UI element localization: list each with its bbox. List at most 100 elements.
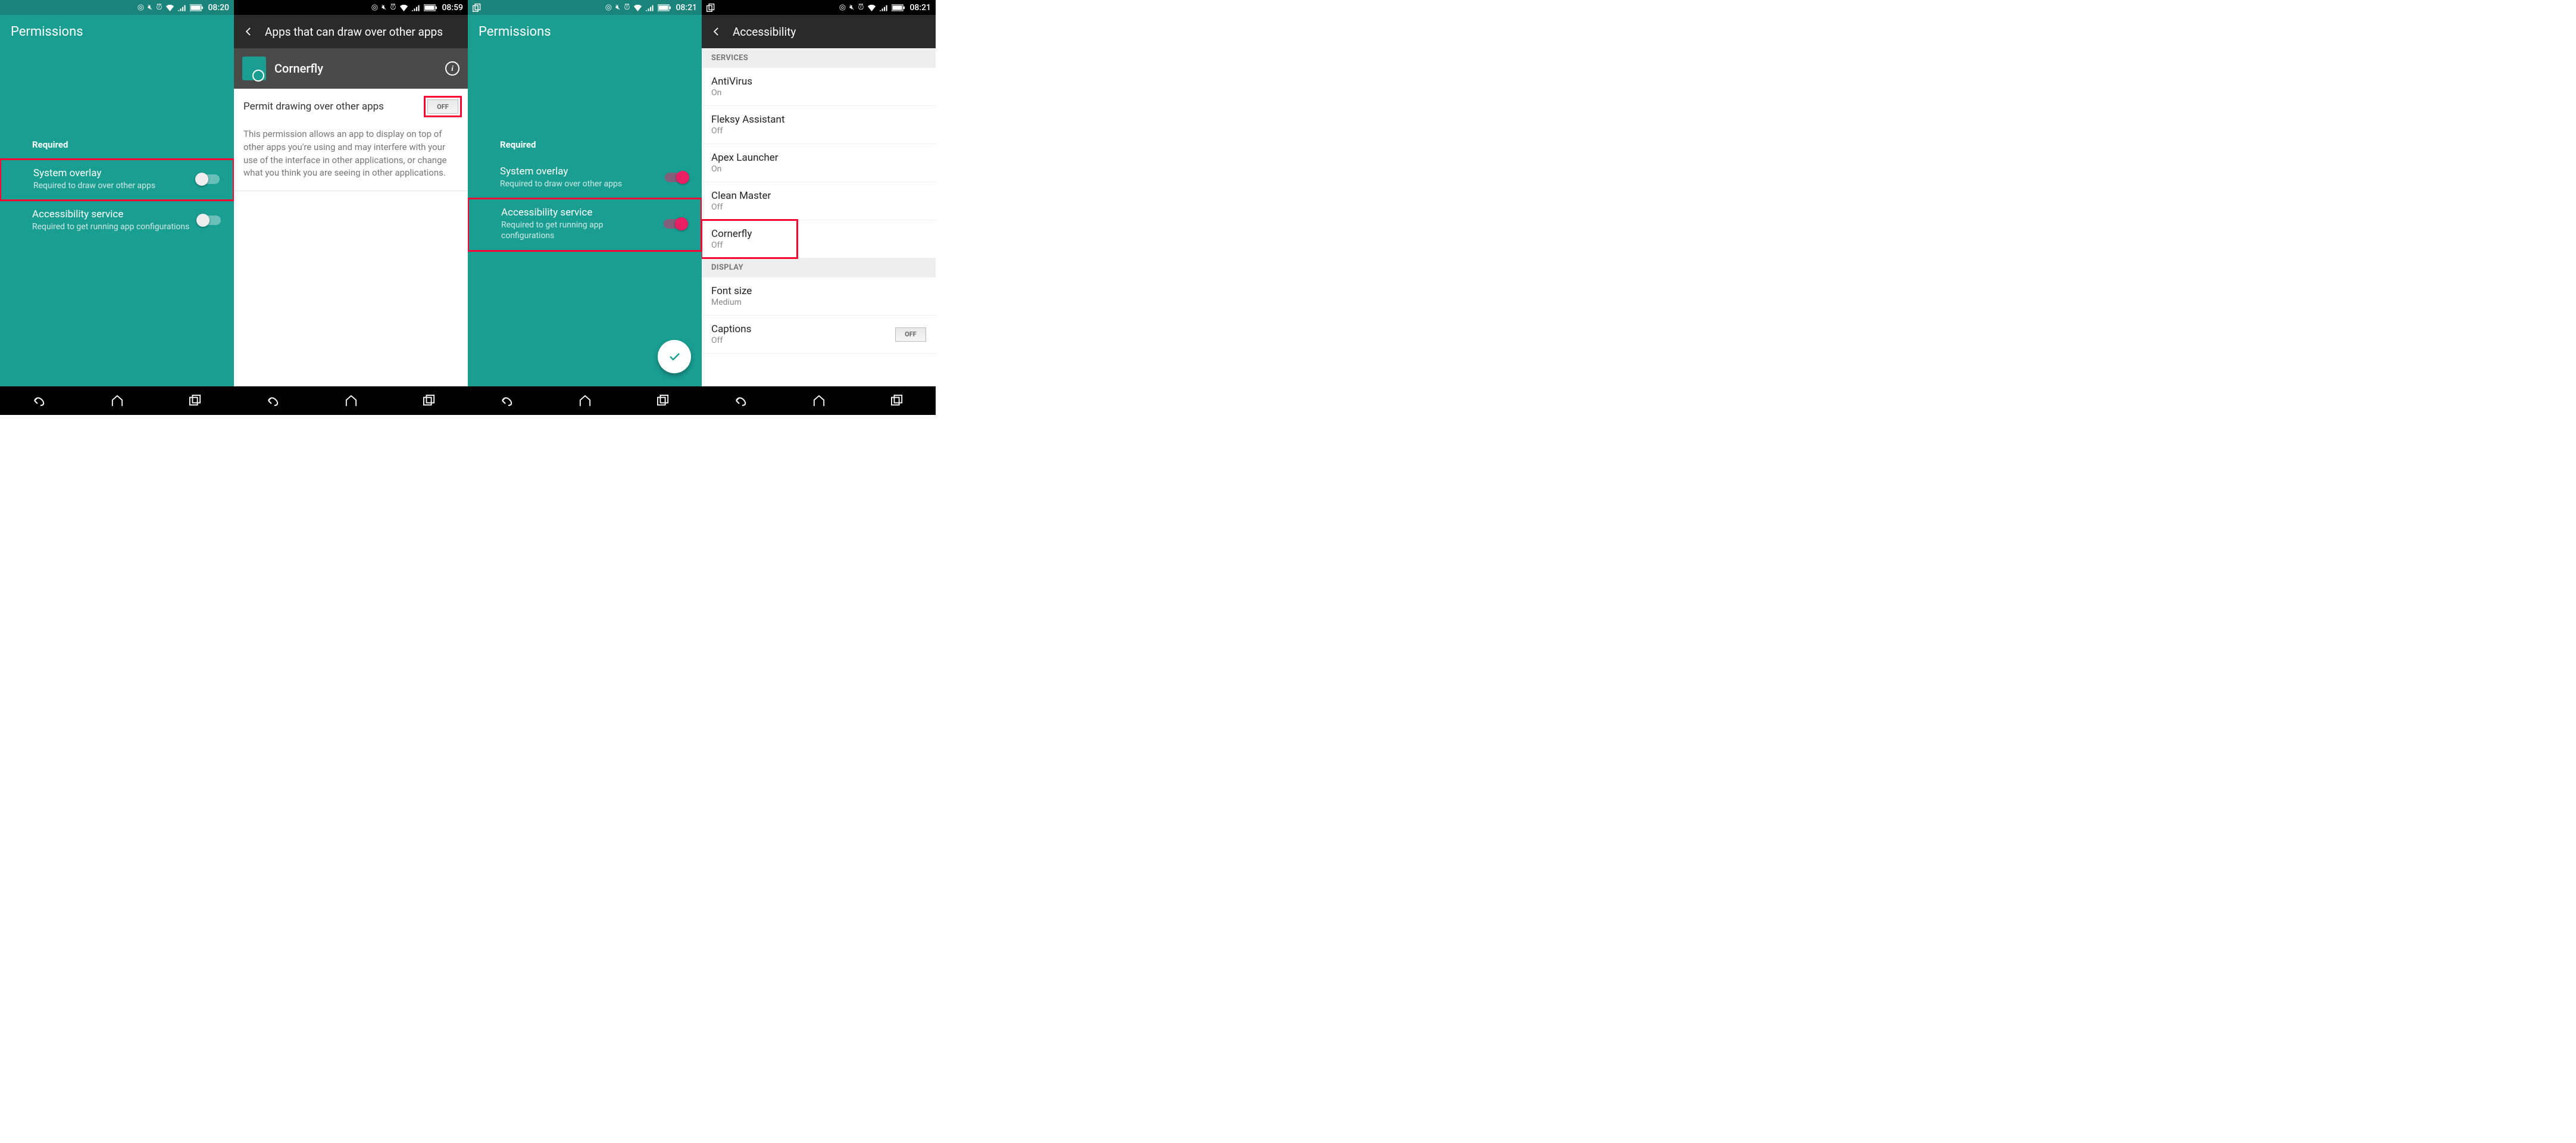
permit-toggle[interactable]: OFF bbox=[427, 99, 458, 114]
perm-system-overlay[interactable]: System overlay Required to draw over oth… bbox=[468, 158, 702, 198]
signal-icon bbox=[178, 4, 186, 11]
alarm-icon: ⏰︎ bbox=[390, 3, 396, 12]
display-captions[interactable]: CaptionsOff OFF bbox=[702, 316, 936, 354]
signal-icon bbox=[646, 4, 654, 11]
perm-sub: Required to get running app configuratio… bbox=[32, 221, 189, 232]
mute-icon: 🔇︎ bbox=[849, 3, 854, 12]
confirm-fab[interactable] bbox=[658, 340, 691, 373]
screen-accessibility: ◎ 🔇︎ ⏰︎ 08:21 Accessibility SERVICES Ant… bbox=[702, 0, 936, 415]
page-title: Permissions bbox=[479, 24, 691, 39]
nav-back[interactable] bbox=[733, 393, 749, 408]
signal-icon bbox=[412, 4, 420, 11]
section-display: DISPLAY bbox=[702, 258, 936, 277]
wifi-icon bbox=[633, 4, 642, 11]
item-sub: On bbox=[711, 164, 779, 174]
perm-title: System overlay bbox=[33, 167, 155, 179]
section-required: Required bbox=[0, 139, 234, 158]
item-title: Captions bbox=[711, 323, 751, 335]
app-header: Cornerfly i bbox=[234, 48, 468, 89]
circled-icon: ◎ bbox=[839, 3, 846, 12]
nav-bar bbox=[0, 386, 234, 415]
nav-recent[interactable] bbox=[187, 393, 203, 408]
overlay-switch[interactable] bbox=[665, 173, 689, 182]
nav-recent[interactable] bbox=[655, 393, 671, 408]
service-fleksy[interactable]: Fleksy AssistantOff bbox=[702, 106, 936, 144]
nav-recent[interactable] bbox=[421, 393, 437, 408]
item-sub: Medium bbox=[711, 298, 752, 307]
wifi-icon bbox=[867, 4, 876, 11]
nav-back[interactable] bbox=[499, 393, 515, 408]
permit-row[interactable]: Permit drawing over other apps OFF bbox=[234, 89, 468, 124]
back-button[interactable] bbox=[705, 21, 727, 42]
nav-bar bbox=[702, 386, 936, 415]
perm-accessibility[interactable]: Accessibility service Required to get ru… bbox=[468, 198, 702, 251]
perm-sub: Required to draw over other apps bbox=[33, 180, 155, 191]
nav-home[interactable] bbox=[110, 393, 125, 408]
perm-title: System overlay bbox=[500, 165, 622, 177]
mute-icon: 🔇︎ bbox=[148, 3, 152, 12]
status-bar: ◎ 🔇︎ ⏰︎ 08:21 bbox=[702, 0, 936, 15]
nav-recent[interactable] bbox=[889, 393, 905, 408]
nav-home[interactable] bbox=[343, 393, 359, 408]
battery-icon bbox=[658, 4, 671, 11]
nav-home[interactable] bbox=[811, 393, 827, 408]
wifi-icon bbox=[165, 4, 174, 11]
content: Permit drawing over other apps OFF This … bbox=[234, 89, 468, 386]
toggle-state: OFF bbox=[905, 330, 917, 338]
perm-title: Accessibility service bbox=[32, 208, 189, 220]
circled-icon: ◎ bbox=[605, 3, 612, 12]
content: SERVICES AntiVirusOn Fleksy AssistantOff… bbox=[702, 48, 936, 386]
app-icon bbox=[242, 57, 266, 80]
perm-sub: Required to draw over other apps bbox=[500, 179, 622, 189]
status-time: 08:59 bbox=[442, 3, 463, 13]
item-title: AntiVirus bbox=[711, 76, 752, 88]
status-bar: ◎ 🔇︎ ⏰︎ 08:20 bbox=[0, 0, 234, 15]
info-icon[interactable]: i bbox=[445, 61, 459, 76]
item-sub: Off bbox=[711, 241, 752, 250]
perm-system-overlay[interactable]: System overlay Required to draw over oth… bbox=[0, 158, 234, 201]
mute-icon: 🔇︎ bbox=[615, 3, 620, 12]
page-title: Accessibility bbox=[733, 25, 796, 39]
service-apex[interactable]: Apex LauncherOn bbox=[702, 144, 936, 182]
perm-accessibility[interactable]: Accessibility service Required to get ru… bbox=[0, 201, 234, 241]
app-name: Cornerfly bbox=[274, 61, 437, 76]
page-title: Apps that can draw over other apps bbox=[265, 25, 443, 39]
accessibility-switch[interactable] bbox=[664, 219, 687, 229]
service-antivirus[interactable]: AntiVirusOn bbox=[702, 68, 936, 106]
perm-title: Accessibility service bbox=[501, 207, 658, 218]
alarm-icon: ⏰︎ bbox=[156, 3, 162, 12]
permission-list: Required System overlay Required to draw… bbox=[468, 50, 702, 386]
item-title: Fleksy Assistant bbox=[711, 114, 785, 126]
nav-bar bbox=[468, 386, 702, 415]
screen-permissions-1: ◎ 🔇︎ ⏰︎ 08:20 Permissions Required Syste… bbox=[0, 0, 234, 415]
back-button[interactable] bbox=[237, 21, 259, 42]
section-services: SERVICES bbox=[702, 48, 936, 68]
item-title: Clean Master bbox=[711, 190, 771, 202]
mute-icon: 🔇︎ bbox=[382, 3, 386, 12]
overlay-switch[interactable] bbox=[196, 174, 220, 184]
item-sub: Off bbox=[711, 336, 751, 345]
toggle-state: OFF bbox=[437, 103, 449, 111]
status-bar: ◎ 🔇︎ ⏰︎ 08:59 bbox=[234, 0, 468, 15]
nav-bar bbox=[234, 386, 468, 415]
item-sub: Off bbox=[711, 202, 771, 212]
circled-icon: ◎ bbox=[137, 3, 144, 12]
copy-icon bbox=[706, 4, 715, 12]
page-title: Permissions bbox=[11, 24, 223, 39]
nav-back[interactable] bbox=[265, 393, 281, 408]
wifi-icon bbox=[399, 4, 408, 11]
service-cornerfly[interactable]: CornerflyOff bbox=[702, 220, 797, 258]
permission-list: Required System overlay Required to draw… bbox=[0, 50, 234, 386]
battery-icon bbox=[190, 4, 203, 11]
nav-home[interactable] bbox=[577, 393, 593, 408]
app-bar: Apps that can draw over other apps bbox=[234, 15, 468, 48]
alarm-icon: ⏰︎ bbox=[858, 3, 864, 12]
item-title: Font size bbox=[711, 285, 752, 297]
display-fontsize[interactable]: Font sizeMedium bbox=[702, 277, 936, 316]
item-title: Cornerfly bbox=[711, 228, 752, 240]
captions-toggle[interactable]: OFF bbox=[895, 327, 926, 342]
circled-icon: ◎ bbox=[371, 3, 378, 12]
nav-back[interactable] bbox=[32, 393, 47, 408]
service-cleanmaster[interactable]: Clean MasterOff bbox=[702, 182, 936, 220]
accessibility-switch[interactable] bbox=[197, 216, 221, 225]
